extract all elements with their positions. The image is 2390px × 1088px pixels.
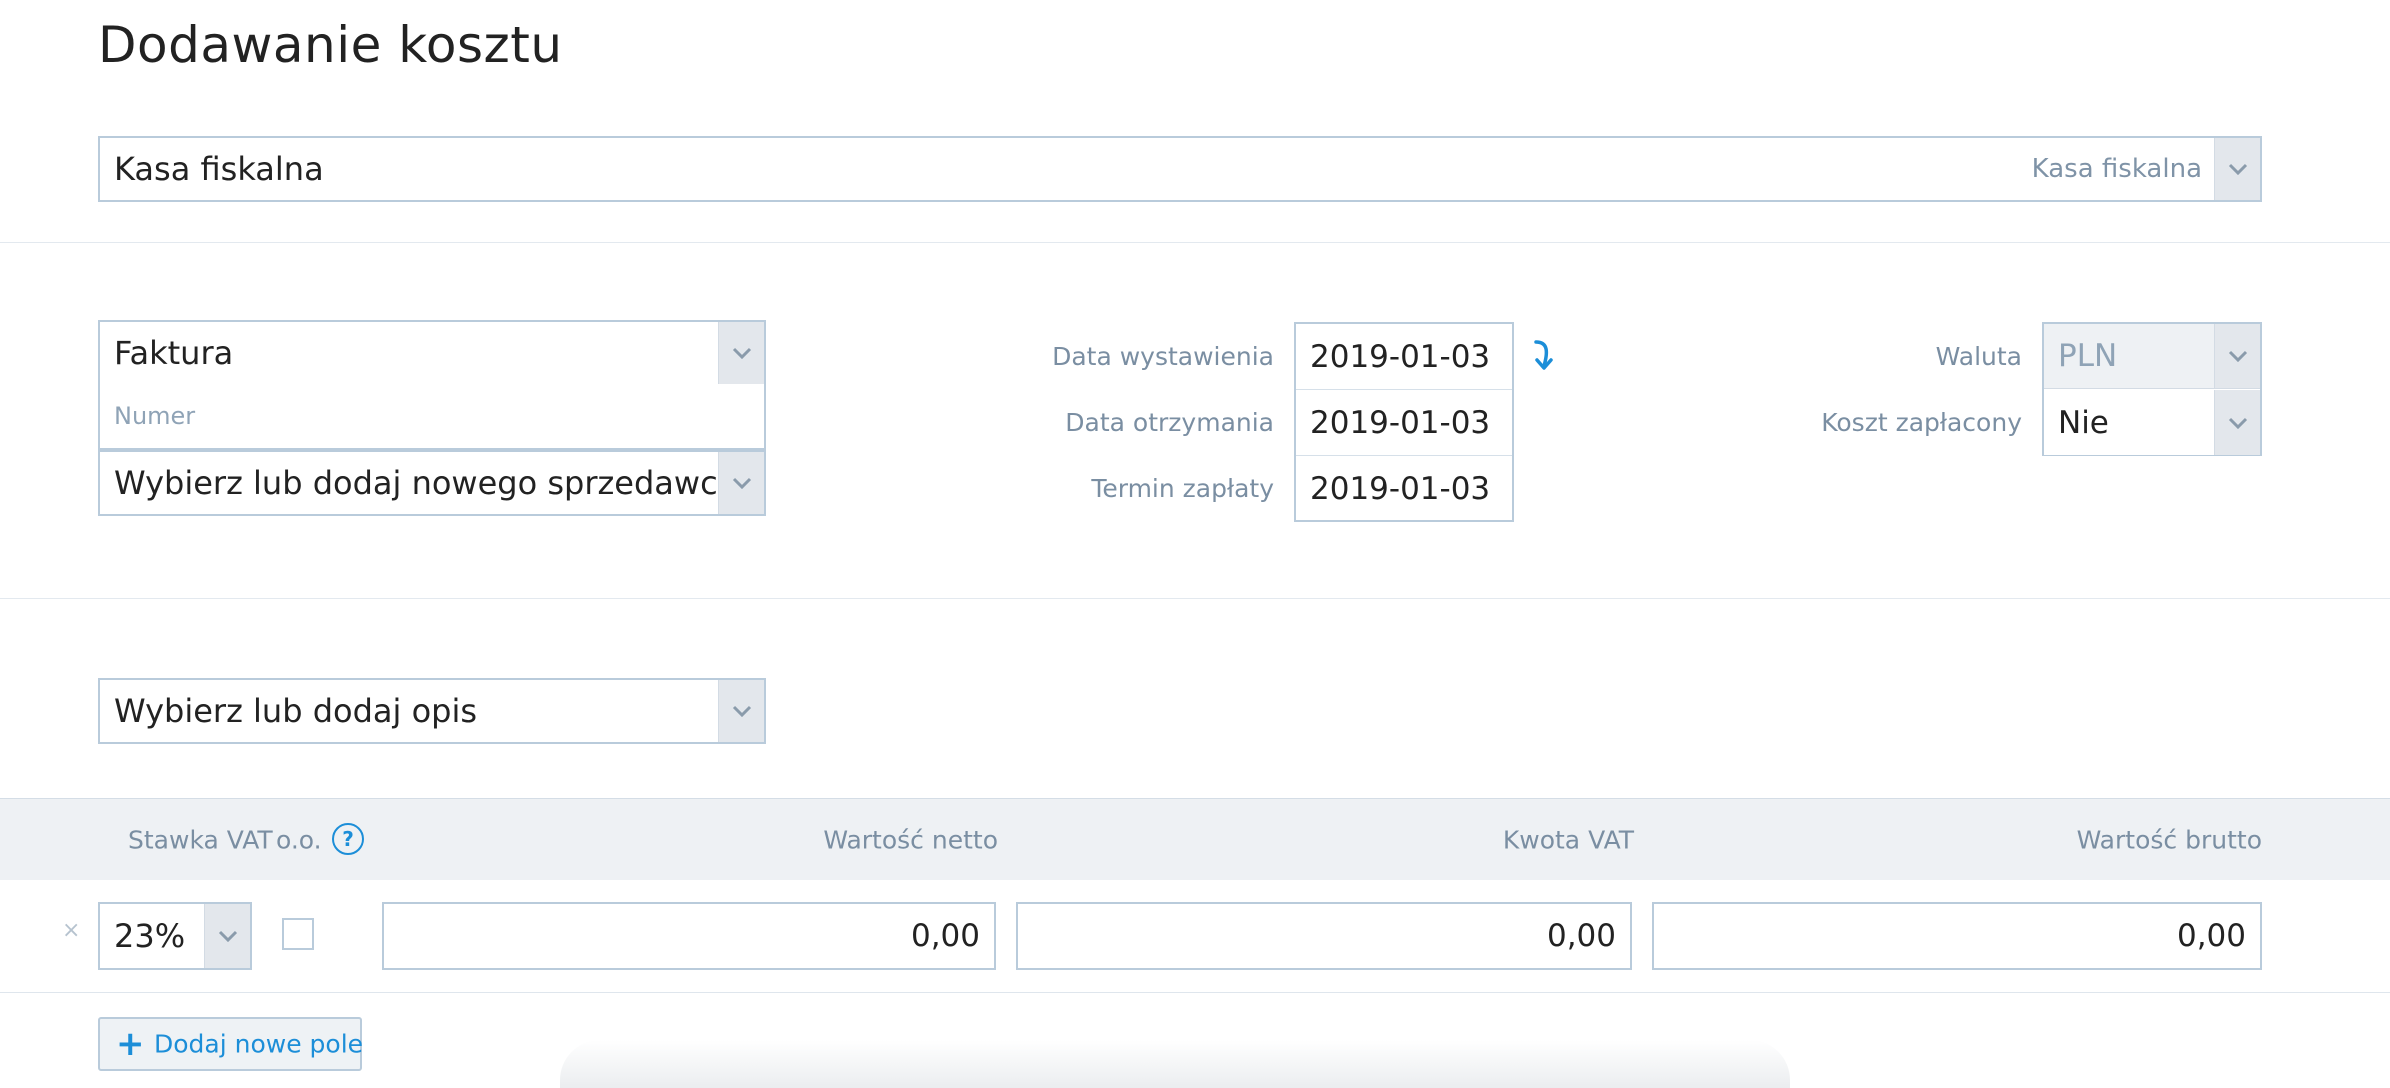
description-select[interactable]: Wybierz lub dodaj opis [98, 678, 766, 744]
vat-rate-value: 23% [114, 917, 186, 955]
received-date-label: Data otrzymania [1065, 408, 1274, 437]
document-type-select[interactable]: Faktura [98, 320, 766, 386]
seller-select-placeholder: Wybierz lub dodaj nowego sprzedawcę [114, 464, 738, 502]
paid-select[interactable]: Nie [2044, 390, 2260, 455]
oo-header: o.o. [276, 825, 322, 854]
seller-select[interactable]: Wybierz lub dodaj nowego sprzedawcę [98, 450, 766, 516]
page-title: Dodawanie kosztu [98, 16, 563, 74]
vat-table-header: Stawka VAT o.o. ? Wartość netto Kwota VA… [0, 798, 2390, 880]
bottom-shadow [560, 1040, 1790, 1088]
vat-amount: 0,00 [1546, 918, 1616, 954]
help-icon[interactable]: ? [332, 823, 364, 855]
chevron-down-icon[interactable] [718, 452, 764, 514]
paid-value: Nie [2058, 404, 2109, 441]
chevron-down-icon[interactable] [718, 322, 764, 384]
document-number-input[interactable]: Numer [98, 384, 766, 450]
vat-amount-input[interactable]: 0,00 [1016, 902, 1632, 970]
chevron-down-icon[interactable] [204, 904, 250, 968]
issue-date-value: 2019-01-03 [1310, 338, 1491, 375]
received-date-value: 2019-01-03 [1310, 404, 1491, 441]
section-divider [0, 242, 2390, 243]
document-type-value: Faktura [114, 334, 234, 372]
chevron-down-icon[interactable] [718, 680, 764, 742]
chevron-down-icon[interactable] [2214, 138, 2260, 200]
category-select[interactable]: Kasa fiskalna Kasa fiskalna [98, 136, 2262, 202]
paid-label: Koszt zapłacony [1821, 408, 2022, 437]
net-value-header: Wartość netto [823, 825, 998, 854]
vat-rate-select[interactable]: 23% [98, 902, 252, 970]
net-value-input[interactable]: 0,00 [382, 902, 996, 970]
chevron-down-icon[interactable] [2214, 390, 2260, 455]
remove-row-icon[interactable]: × [62, 918, 80, 943]
issue-date-input[interactable]: 2019-01-03 [1296, 324, 1512, 390]
net-value: 0,00 [910, 918, 980, 954]
currency-select: PLN [2044, 324, 2260, 389]
chevron-down-icon [2214, 324, 2260, 388]
currency-label: Waluta [1935, 342, 2022, 371]
row-divider [0, 992, 2390, 993]
gross-value-input[interactable]: 0,00 [1652, 902, 2262, 970]
category-select-value: Kasa fiskalna [114, 150, 324, 188]
vat-rate-header: Stawka VAT [128, 825, 273, 854]
category-select-hint: Kasa fiskalna [2031, 154, 2202, 184]
due-date-value: 2019-01-03 [1310, 471, 1491, 507]
currency-value: PLN [2058, 338, 2118, 374]
vat-amount-header: Kwota VAT [1502, 825, 1634, 854]
add-new-field-label: Dodaj nowe pole [154, 1029, 364, 1059]
gross-value-header: Wartość brutto [2076, 825, 2262, 854]
due-date-input[interactable]: 2019-01-03 [1296, 456, 1512, 522]
received-date-input[interactable]: 2019-01-03 [1296, 390, 1512, 456]
gross-value: 0,00 [2176, 918, 2246, 954]
document-number-placeholder: Numer [114, 402, 196, 430]
oo-checkbox[interactable] [282, 918, 314, 950]
issue-date-label: Data wystawienia [1052, 342, 1274, 371]
copy-date-down-arrow-icon[interactable] [1530, 338, 1558, 374]
payment-selects-group: PLN Nie [2042, 322, 2262, 456]
add-new-field-button[interactable]: + Dodaj nowe pole [98, 1017, 364, 1071]
description-select-placeholder: Wybierz lub dodaj opis [114, 692, 478, 730]
plus-icon: + [116, 1024, 145, 1064]
section-divider [0, 598, 2390, 599]
due-date-label: Termin zapłaty [1091, 474, 1274, 503]
date-inputs-group: 2019-01-03 2019-01-03 2019-01-03 [1294, 322, 1514, 522]
